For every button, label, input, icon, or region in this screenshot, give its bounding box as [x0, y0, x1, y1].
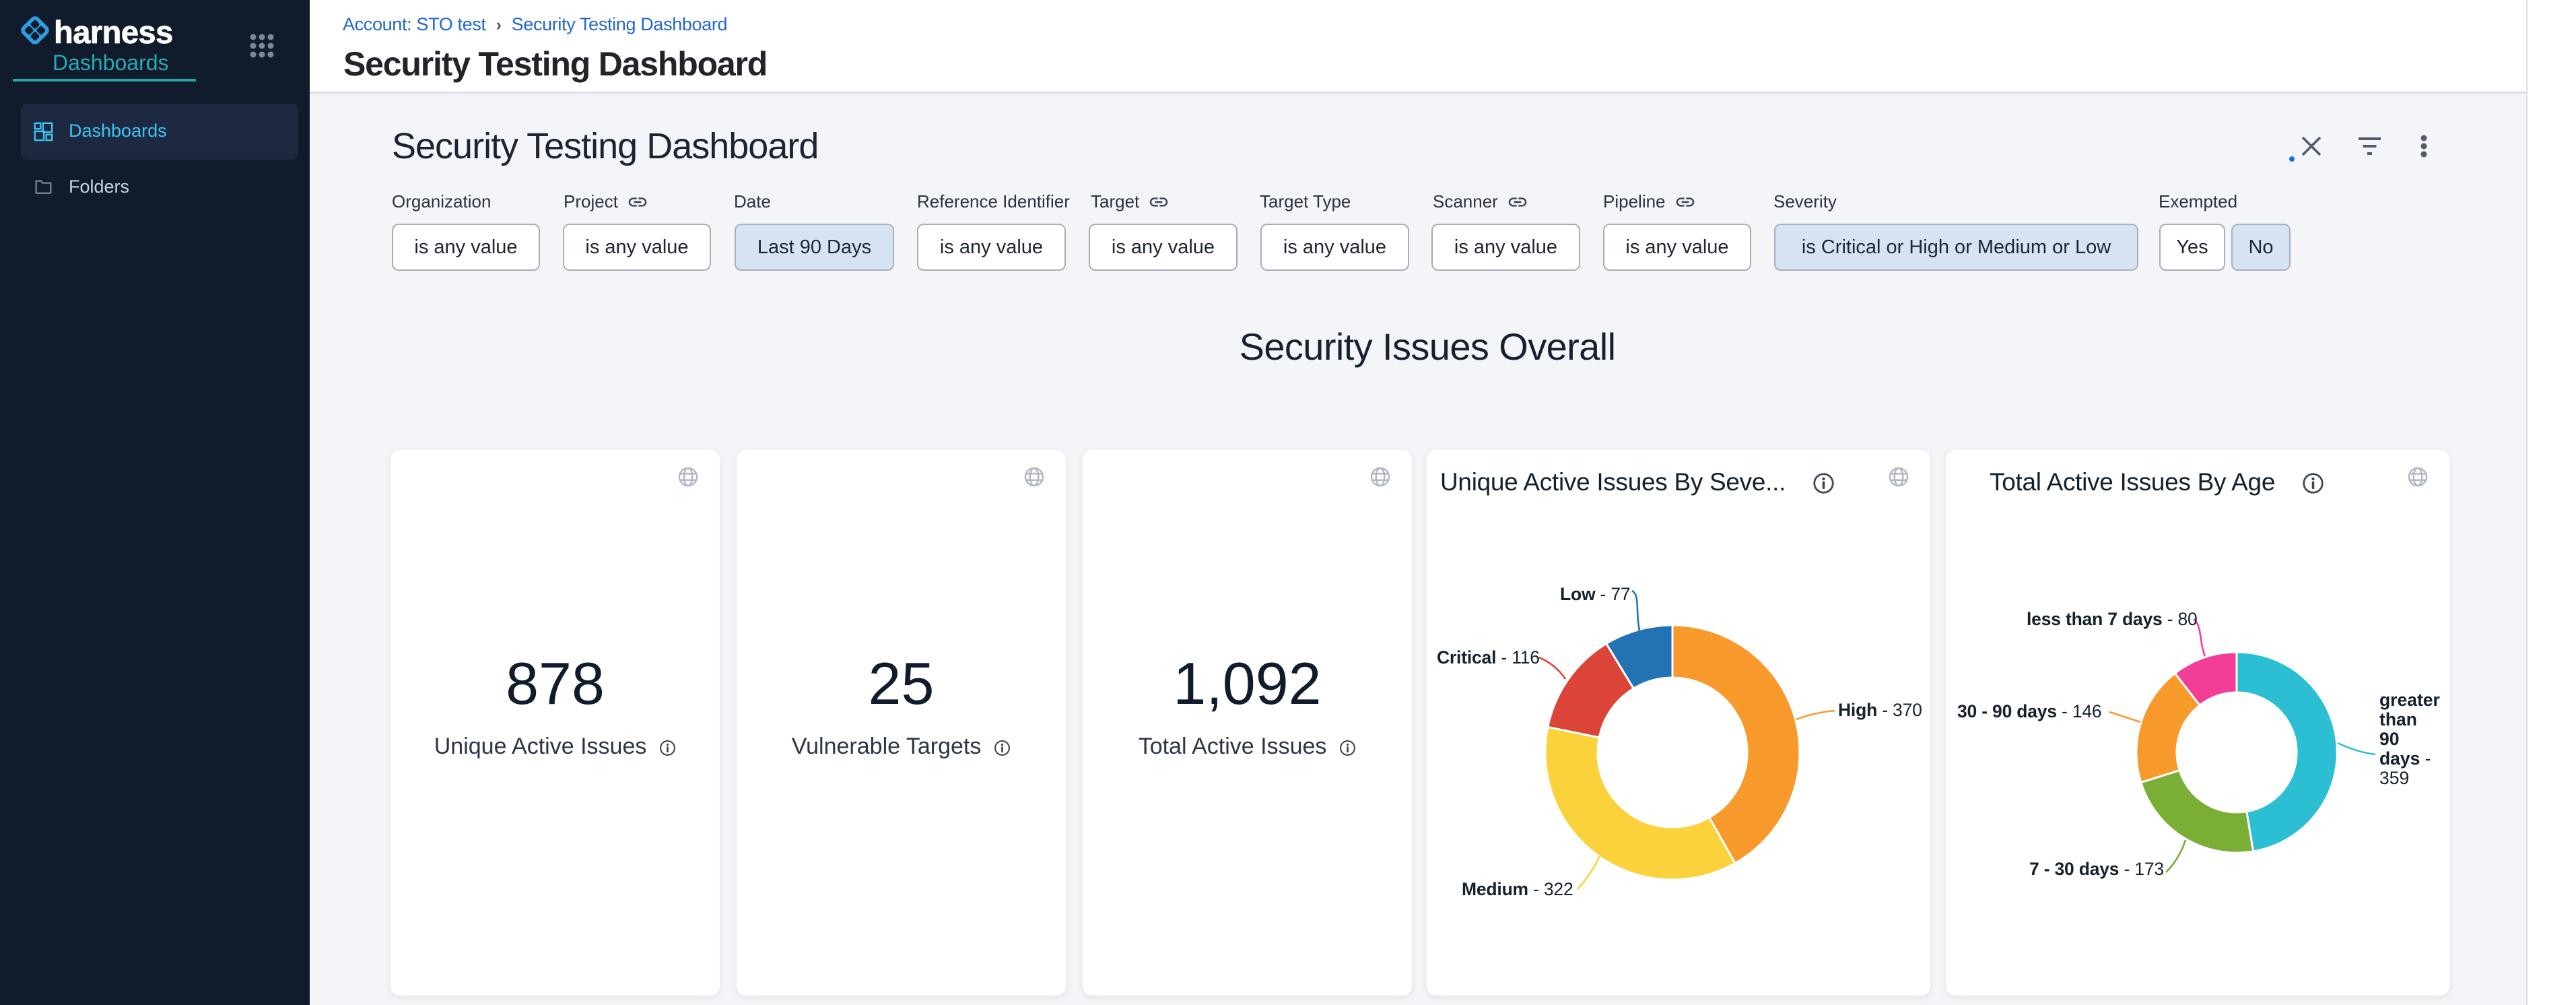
svg-text:than: than	[2379, 709, 2417, 730]
svg-text:7 - 30 days - 173: 7 - 30 days - 173	[2029, 859, 2164, 879]
svg-text:Medium - 322: Medium - 322	[1462, 879, 1573, 899]
svg-text:less than 7 days - 80: less than 7 days - 80	[2027, 609, 2198, 629]
svg-text:Critical - 116: Critical - 116	[1437, 647, 1540, 668]
svg-text:days -: days -	[2379, 748, 2431, 769]
svg-text:High - 370: High - 370	[1838, 700, 1922, 720]
svg-text:30 - 90 days - 146: 30 - 90 days - 146	[1957, 701, 2101, 721]
svg-text:359: 359	[2379, 768, 2409, 788]
svg-text:90: 90	[2379, 729, 2399, 749]
svg-text:greater: greater	[2379, 690, 2440, 710]
svg-text:Low - 77: Low - 77	[1560, 584, 1630, 604]
